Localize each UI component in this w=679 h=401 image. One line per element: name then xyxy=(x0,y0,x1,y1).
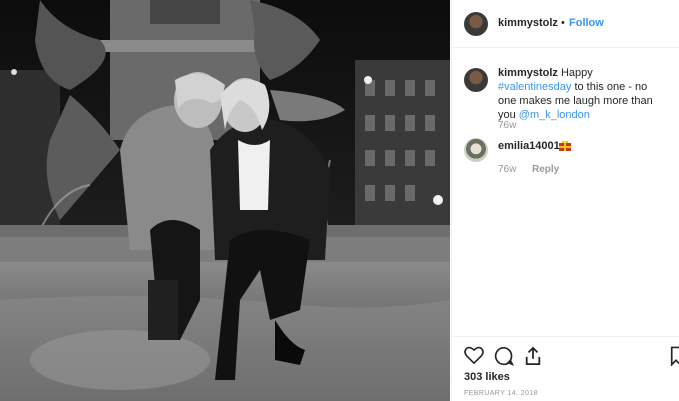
reply-button[interactable]: Reply xyxy=(532,164,559,175)
share-icon[interactable] xyxy=(524,346,542,371)
post-actions: 303 likes FEBRUARY 14, 2018 xyxy=(452,336,679,401)
separator-dot: • xyxy=(561,17,565,29)
likes-count[interactable]: 303 likes xyxy=(464,371,510,383)
caption-mention[interactable]: @m_k_london xyxy=(519,109,590,121)
post-date: FEBRUARY 14, 2018 xyxy=(464,390,538,397)
bookmark-icon[interactable] xyxy=(670,346,679,371)
photo-scene xyxy=(0,0,450,401)
caption-username[interactable]: kimmystolz xyxy=(498,67,558,79)
speech-bubble-icon[interactable] xyxy=(494,346,515,371)
heart-gift-emoji-icon xyxy=(558,138,572,157)
author-avatar[interactable] xyxy=(464,12,488,36)
follow-button[interactable]: Follow xyxy=(569,17,604,29)
commenter-avatar[interactable] xyxy=(464,138,488,162)
comment-username[interactable]: emilia14001 xyxy=(498,140,560,152)
post-header: kimmystolz • Follow xyxy=(452,0,679,48)
heart-icon[interactable] xyxy=(464,346,484,369)
comment-age[interactable]: 76w xyxy=(498,164,516,175)
author-username[interactable]: kimmystolz xyxy=(498,17,558,29)
caption-text-before: Happy xyxy=(560,67,593,79)
caption-age[interactable]: 76w xyxy=(498,120,516,131)
post-sidebar: kimmystolz • Follow kimmystolz Happy #va… xyxy=(451,0,679,401)
post-photo[interactable] xyxy=(0,0,450,401)
caption-hashtag[interactable]: #valentinesday xyxy=(498,81,571,93)
caption-avatar[interactable] xyxy=(464,68,488,92)
caption: kimmystolz Happy #valentinesday to this … xyxy=(498,66,668,122)
